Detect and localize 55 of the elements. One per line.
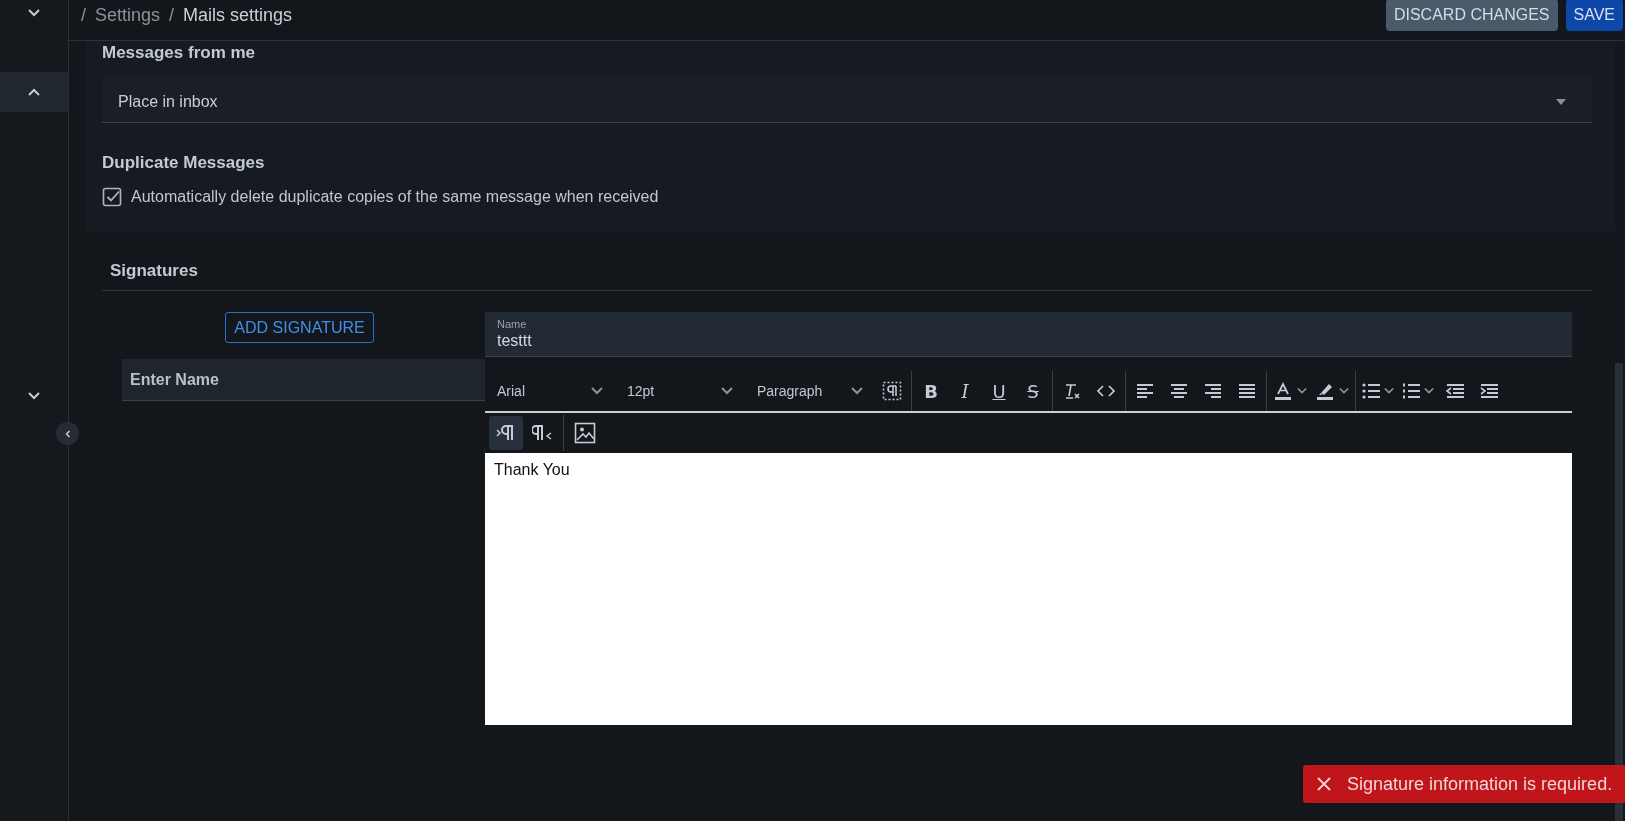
block-format-select[interactable]: Paragraph [745,372,875,410]
placement-select[interactable]: Place in inbox [102,76,1592,123]
section-title: Duplicate Messages [102,153,266,173]
name-field[interactable]: Name testtt [485,312,1572,357]
toast-message: Signature information is required. [1347,773,1613,795]
add-signature-button[interactable]: ADD SIGNATURE [225,312,374,343]
align-right-icon [1204,383,1222,399]
breadcrumb-item: Mails settings [183,4,293,26]
indent-icon [1480,383,1498,399]
pilcrow-left-icon [532,424,552,442]
outdent-icon [1446,383,1464,399]
breadcrumb-separator: / [169,4,175,26]
pilcrow-right-icon [496,424,516,442]
font-size-select[interactable]: 12pt [615,372,745,410]
chevron-down-icon [1384,387,1394,395]
chevron-up-icon [28,88,40,96]
discard-button[interactable]: DISCARD CHANGES [1385,0,1558,31]
numbered-list-icon [1402,383,1420,399]
bullet-list-icon [1362,383,1380,399]
strikethrough-button[interactable]: S [1016,374,1050,408]
align-center-icon [1170,383,1188,399]
section-title: Messages from me [102,43,257,63]
save-button[interactable]: SAVE [1565,0,1623,31]
text-color-icon [1273,381,1293,401]
dropdown-caret-icon [1556,99,1566,105]
breadcrumb-item[interactable]: Settings [95,4,161,26]
collapse-sidebar-button[interactable] [56,422,79,445]
bold-button[interactable]: B [914,374,948,408]
chevron-down-icon [591,387,603,395]
section-title: Signatures [102,231,1592,291]
left-to-right-button[interactable] [489,416,523,450]
editor-area[interactable]: Thank You [485,453,1572,725]
font-family-select[interactable]: Arial [485,372,615,410]
highlighter-icon [1315,381,1335,401]
signature-text: Thank You [494,461,570,479]
chevron-down-icon [1339,387,1349,395]
checkbox-label: Automatically delete duplicate copies of the same message when received [131,188,659,206]
chevron-down-icon [1424,387,1434,395]
chevron-down-icon [28,392,40,400]
breadcrumb-separator: / [81,4,86,26]
chevron-down-icon [851,387,863,395]
signature-list-item[interactable]: Enter Name [122,359,485,401]
chevron-down-icon [28,9,40,17]
chevron-left-icon [63,429,72,438]
italic-button[interactable]: I [948,374,982,408]
image-icon [574,422,596,444]
underline-button[interactable]: U [982,374,1016,408]
align-justify-icon [1238,383,1256,399]
chevron-down-icon [721,387,733,395]
checkbox[interactable] [102,187,122,207]
align-left-icon [1136,383,1154,399]
close-icon[interactable] [1317,777,1331,791]
scrollbar[interactable] [1615,363,1623,821]
pilcrow-icon [882,381,902,401]
chevron-down-icon [1297,387,1307,395]
